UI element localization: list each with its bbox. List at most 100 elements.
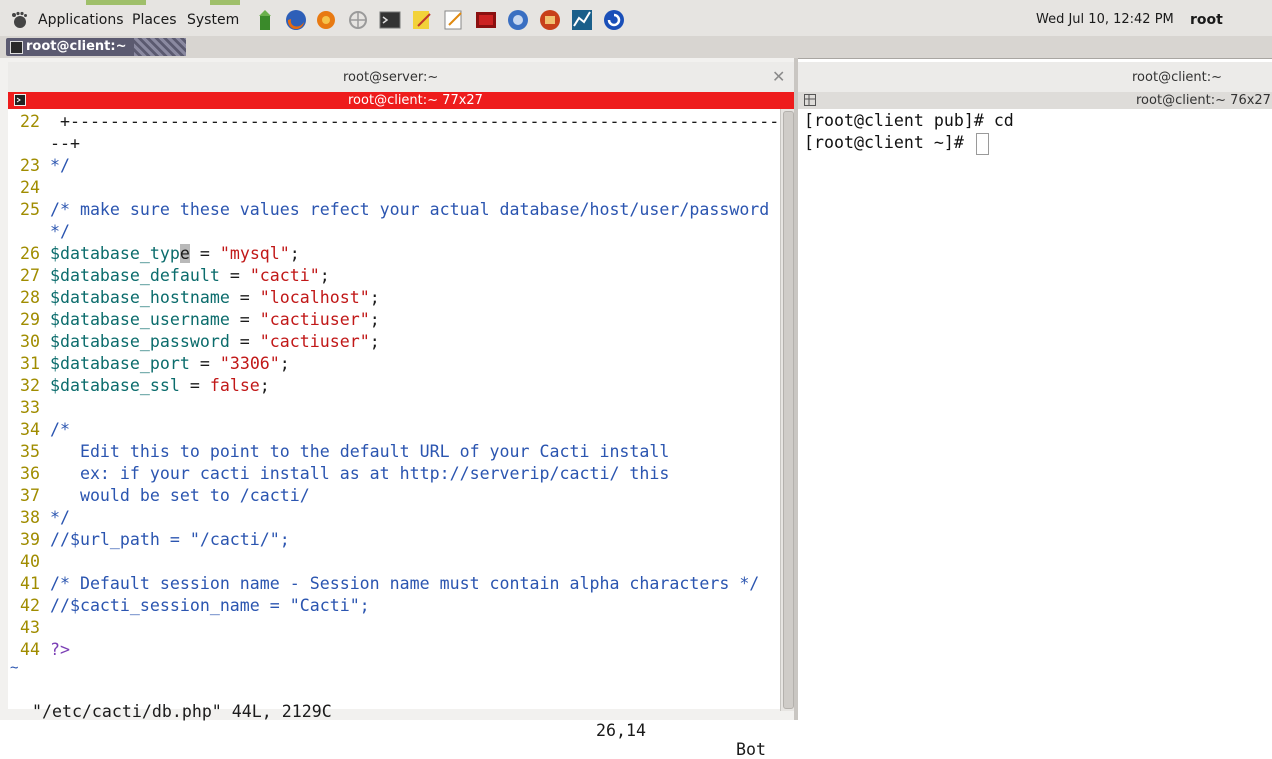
line-number: 32 — [20, 376, 50, 395]
code-token: ; — [319, 266, 330, 285]
settings-gear-icon[interactable] — [314, 8, 338, 32]
editor-line: 41 /* Default session name - Session nam… — [20, 573, 759, 595]
chart-icon[interactable] — [570, 8, 594, 32]
editor-line: 23 */ — [20, 155, 70, 177]
code-token: "cacti" — [249, 266, 320, 285]
line-number: 30 — [20, 332, 50, 351]
code-token: --+ — [49, 134, 80, 153]
network-icon[interactable] — [346, 8, 370, 32]
code-token: "mysql" — [219, 244, 290, 263]
editor-line: 34 /* — [20, 419, 70, 441]
code-token: ?> — [49, 640, 70, 659]
gnome-foot-icon[interactable] — [10, 11, 28, 29]
line-number: 40 — [20, 552, 50, 571]
editor-line: 36 ex: if your cacti install as at http:… — [20, 463, 669, 485]
scrollbar-thumb[interactable] — [783, 111, 794, 709]
code-token: = — [219, 266, 250, 285]
code-token: $database_port — [49, 354, 190, 373]
right-window-titlebar[interactable]: root@client:~ — [798, 62, 1272, 92]
code-token: */ — [49, 222, 70, 241]
status-scroll: Bot — [736, 740, 766, 759]
code-token: //$cacti_session_name = "Cacti"; — [49, 596, 370, 615]
panel-top-strip — [0, 0, 300, 5]
terminal-cursor — [975, 132, 989, 155]
code-token: */ — [49, 156, 70, 175]
code-token: "localhost" — [259, 288, 370, 307]
line-number: 43 — [20, 618, 50, 637]
code-token: = — [229, 310, 260, 329]
line-number: 26 — [20, 244, 50, 263]
editor-line: 29 $database_username = "cactiuser"; — [20, 309, 380, 331]
system-monitor-icon[interactable] — [254, 8, 278, 32]
editor-line: 28 $database_hostname = "localhost"; — [20, 287, 380, 309]
code-token: /* make sure these values refect your ac… — [49, 200, 770, 219]
editor-line: 37 would be set to /cacti/ — [20, 485, 310, 507]
menu-places[interactable]: Places — [132, 12, 177, 28]
text-editor-icon[interactable] — [442, 8, 466, 32]
browser-globe-icon[interactable] — [506, 8, 530, 32]
right-terminal[interactable] — [798, 109, 1272, 720]
editor-line: 32 $database_ssl = false; — [20, 375, 270, 397]
update-icon[interactable] — [602, 8, 626, 32]
editor-line: 26 $database_type = "mysql"; — [20, 243, 300, 265]
line-number: 27 — [20, 266, 50, 285]
status-cursor-position: 26,14 — [596, 721, 646, 740]
terminal-icon — [10, 41, 23, 54]
editor-line: 44 ?> — [20, 639, 70, 661]
line-number: 34 — [20, 420, 50, 439]
editor-line: */ — [20, 221, 70, 243]
line-number: 33 — [20, 398, 50, 417]
left-tab-bar[interactable]: root@client:~ 77x27 — [8, 92, 794, 109]
line-number: 41 — [20, 574, 50, 593]
editor-line: 31 $database_port = "3306"; — [20, 353, 290, 375]
code-token: ; — [259, 376, 270, 395]
line-number: 39 — [20, 530, 50, 549]
right-window-title: root@client:~ — [1132, 70, 1223, 85]
left-window-titlebar[interactable]: root@server:~ ✕ — [8, 62, 794, 92]
left-scrollbar[interactable] — [780, 109, 795, 711]
notes-icon[interactable] — [410, 8, 434, 32]
editor-line: 27 $database_default = "cacti"; — [20, 265, 330, 287]
right-tab-label: root@client:~ 76x27 — [1136, 93, 1271, 108]
taskbar-window-button[interactable]: root@client:~ — [6, 38, 186, 56]
package-icon[interactable] — [538, 8, 562, 32]
line-number: 44 — [20, 640, 50, 659]
right-tab-bar[interactable]: root@client:~ 76x27 — [798, 92, 1272, 109]
code-token: ; — [289, 244, 300, 263]
strip-tab — [86, 0, 146, 5]
line-number — [20, 134, 50, 153]
code-token: "3306" — [219, 354, 280, 373]
code-token: Edit this to point to the default URL of… — [49, 442, 670, 461]
left-tab-label: root@client:~ 77x27 — [348, 93, 483, 108]
clock[interactable]: Wed Jul 10, 12:42 PM — [1036, 12, 1174, 27]
status-file: "/etc/cacti/db.php" 44L, 2129C — [31, 702, 332, 721]
editor-line: 42 //$cacti_session_name = "Cacti"; — [20, 595, 370, 617]
vim-editor[interactable]: 22 +------------------------------------… — [8, 109, 780, 709]
editor-line: 35 Edit this to point to the default URL… — [20, 441, 669, 463]
terminal-icon[interactable] — [378, 8, 402, 32]
code-token: +---------------------------------------… — [49, 112, 780, 131]
line-number: 29 — [20, 310, 50, 329]
firefox-icon[interactable] — [284, 8, 308, 32]
editor-line: 22 +------------------------------------… — [20, 111, 779, 133]
terminal-tab-icon — [14, 94, 26, 106]
line-number: 38 — [20, 508, 50, 527]
user-name[interactable]: root — [1190, 12, 1223, 28]
code-token: $database_password — [49, 332, 230, 351]
code-token: $database_ssl — [49, 376, 180, 395]
close-icon[interactable]: ✕ — [772, 67, 785, 86]
editor-line: 39 //$url_path = "/cacti/"; — [20, 529, 290, 551]
vim-status-line: "/etc/cacti/db.php" 44L, 2129C 26,14 Bot — [12, 683, 766, 759]
editor-line: 25 /* make sure these values refect your… — [20, 199, 769, 221]
code-token: would be set to /cacti/ — [49, 486, 310, 505]
menu-system[interactable]: System — [187, 12, 239, 28]
window-list-bar: root@client:~ — [0, 36, 1272, 59]
presentation-icon[interactable] — [474, 8, 498, 32]
terminal-prompt: [root@client ~]# — [804, 133, 974, 152]
line-number: 37 — [20, 486, 50, 505]
code-token: /* Default session name - Session name m… — [49, 574, 760, 593]
menu-applications[interactable]: Applications — [38, 12, 124, 28]
line-number: 23 — [20, 156, 50, 175]
code-token: ex: if your cacti install as at http://s… — [49, 464, 670, 483]
line-number — [20, 222, 50, 241]
